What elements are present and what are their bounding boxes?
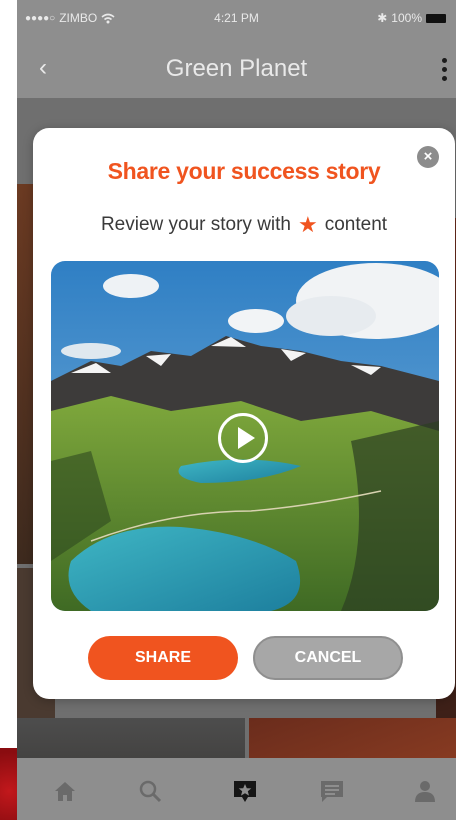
cancel-button[interactable]: CANCEL (253, 636, 403, 680)
status-right: ✱ 100% (377, 11, 446, 25)
more-options-icon[interactable] (442, 58, 448, 85)
search-icon[interactable] (137, 778, 163, 804)
play-icon[interactable] (218, 413, 268, 463)
dialog-subtitle: Review your story with ★ content (33, 214, 455, 236)
page-background (0, 0, 17, 820)
dialog-title: Share your success story (107, 158, 381, 184)
nav-bar: ‹ Green Planet (17, 38, 456, 98)
home-icon[interactable] (52, 778, 78, 804)
star-icon: ★ (298, 212, 318, 237)
add-story-icon[interactable] (232, 778, 258, 804)
battery-percent: 100% (391, 11, 422, 25)
page-title: Green Planet (165, 55, 308, 82)
profile-icon[interactable] (412, 778, 438, 804)
video-preview[interactable] (51, 261, 439, 611)
share-story-dialog: × Share your success story Review your s… (33, 128, 455, 699)
tab-bar (17, 758, 456, 820)
share-button[interactable]: SHARE (88, 636, 238, 680)
subtitle-suffix: content (324, 214, 388, 235)
subtitle-text: Review your story with (100, 214, 291, 235)
status-bar: ●●●●○ ZIMBO 4:21 PM ✱ 100% (17, 0, 456, 38)
bluetooth-icon: ✱ (377, 11, 388, 25)
messages-icon[interactable] (319, 778, 345, 804)
battery-icon (426, 13, 446, 23)
